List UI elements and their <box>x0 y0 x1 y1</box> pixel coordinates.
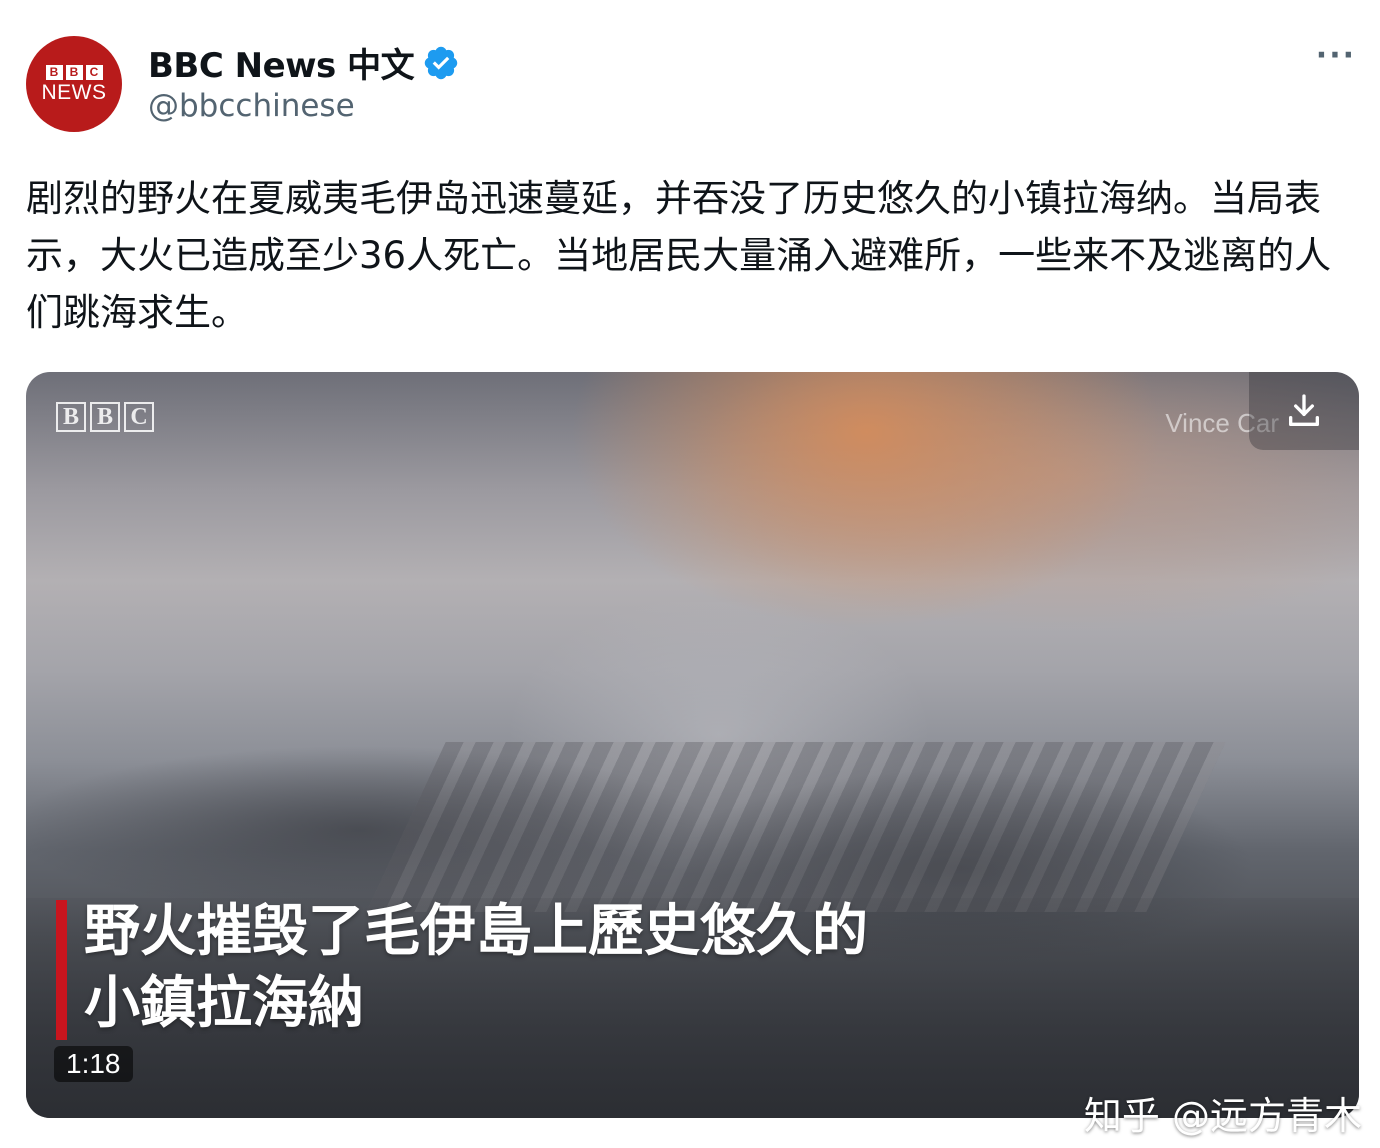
avatar-block: C <box>85 64 103 80</box>
author-name-row: BBC News 中文 <box>148 38 460 87</box>
verified-badge-icon <box>424 46 458 79</box>
caption-line-2: 小鎮拉海納 <box>84 971 364 1036</box>
video-player[interactable]: B B C Vince Car 野火摧毁了毛伊島上歷史悠久的 小鎮拉海納 1:1… <box>26 372 1359 1118</box>
avatar[interactable]: B B C NEWS <box>26 36 122 132</box>
avatar-news-text: NEWS <box>41 80 107 104</box>
avatar-bbc-blocks: B B C <box>45 64 103 80</box>
bbc-logo: B B C <box>56 402 154 432</box>
video-town-layer <box>366 742 1226 912</box>
author-display-name[interactable]: BBC News 中文 <box>148 38 415 87</box>
caption-line-1: 野火摧毁了毛伊島上歷史悠久的 <box>84 899 868 964</box>
more-options-button[interactable]: ··· <box>1316 38 1356 73</box>
avatar-block: B <box>45 64 63 80</box>
avatar-block: B <box>65 64 83 80</box>
download-button[interactable] <box>1249 372 1359 450</box>
tweet-text: 剧烈的野火在夏威夷毛伊岛迅速蔓延，并吞没了历史悠久的小镇拉海纳。当局表示，大火已… <box>26 177 1332 334</box>
bbc-logo-letter: B <box>90 402 120 432</box>
caption-accent-bar <box>56 900 67 1040</box>
bbc-logo-letter: B <box>56 402 86 432</box>
bbc-logo-letter: C <box>124 402 154 432</box>
download-icon <box>1289 394 1319 426</box>
video-caption: 野火摧毁了毛伊島上歷史悠久的 小鎮拉海納 <box>84 896 868 1040</box>
author-handle[interactable]: @bbcchinese <box>148 88 355 124</box>
video-duration: 1:18 <box>54 1046 133 1082</box>
watermark: 知乎 @远方青木 <box>1083 1094 1362 1138</box>
